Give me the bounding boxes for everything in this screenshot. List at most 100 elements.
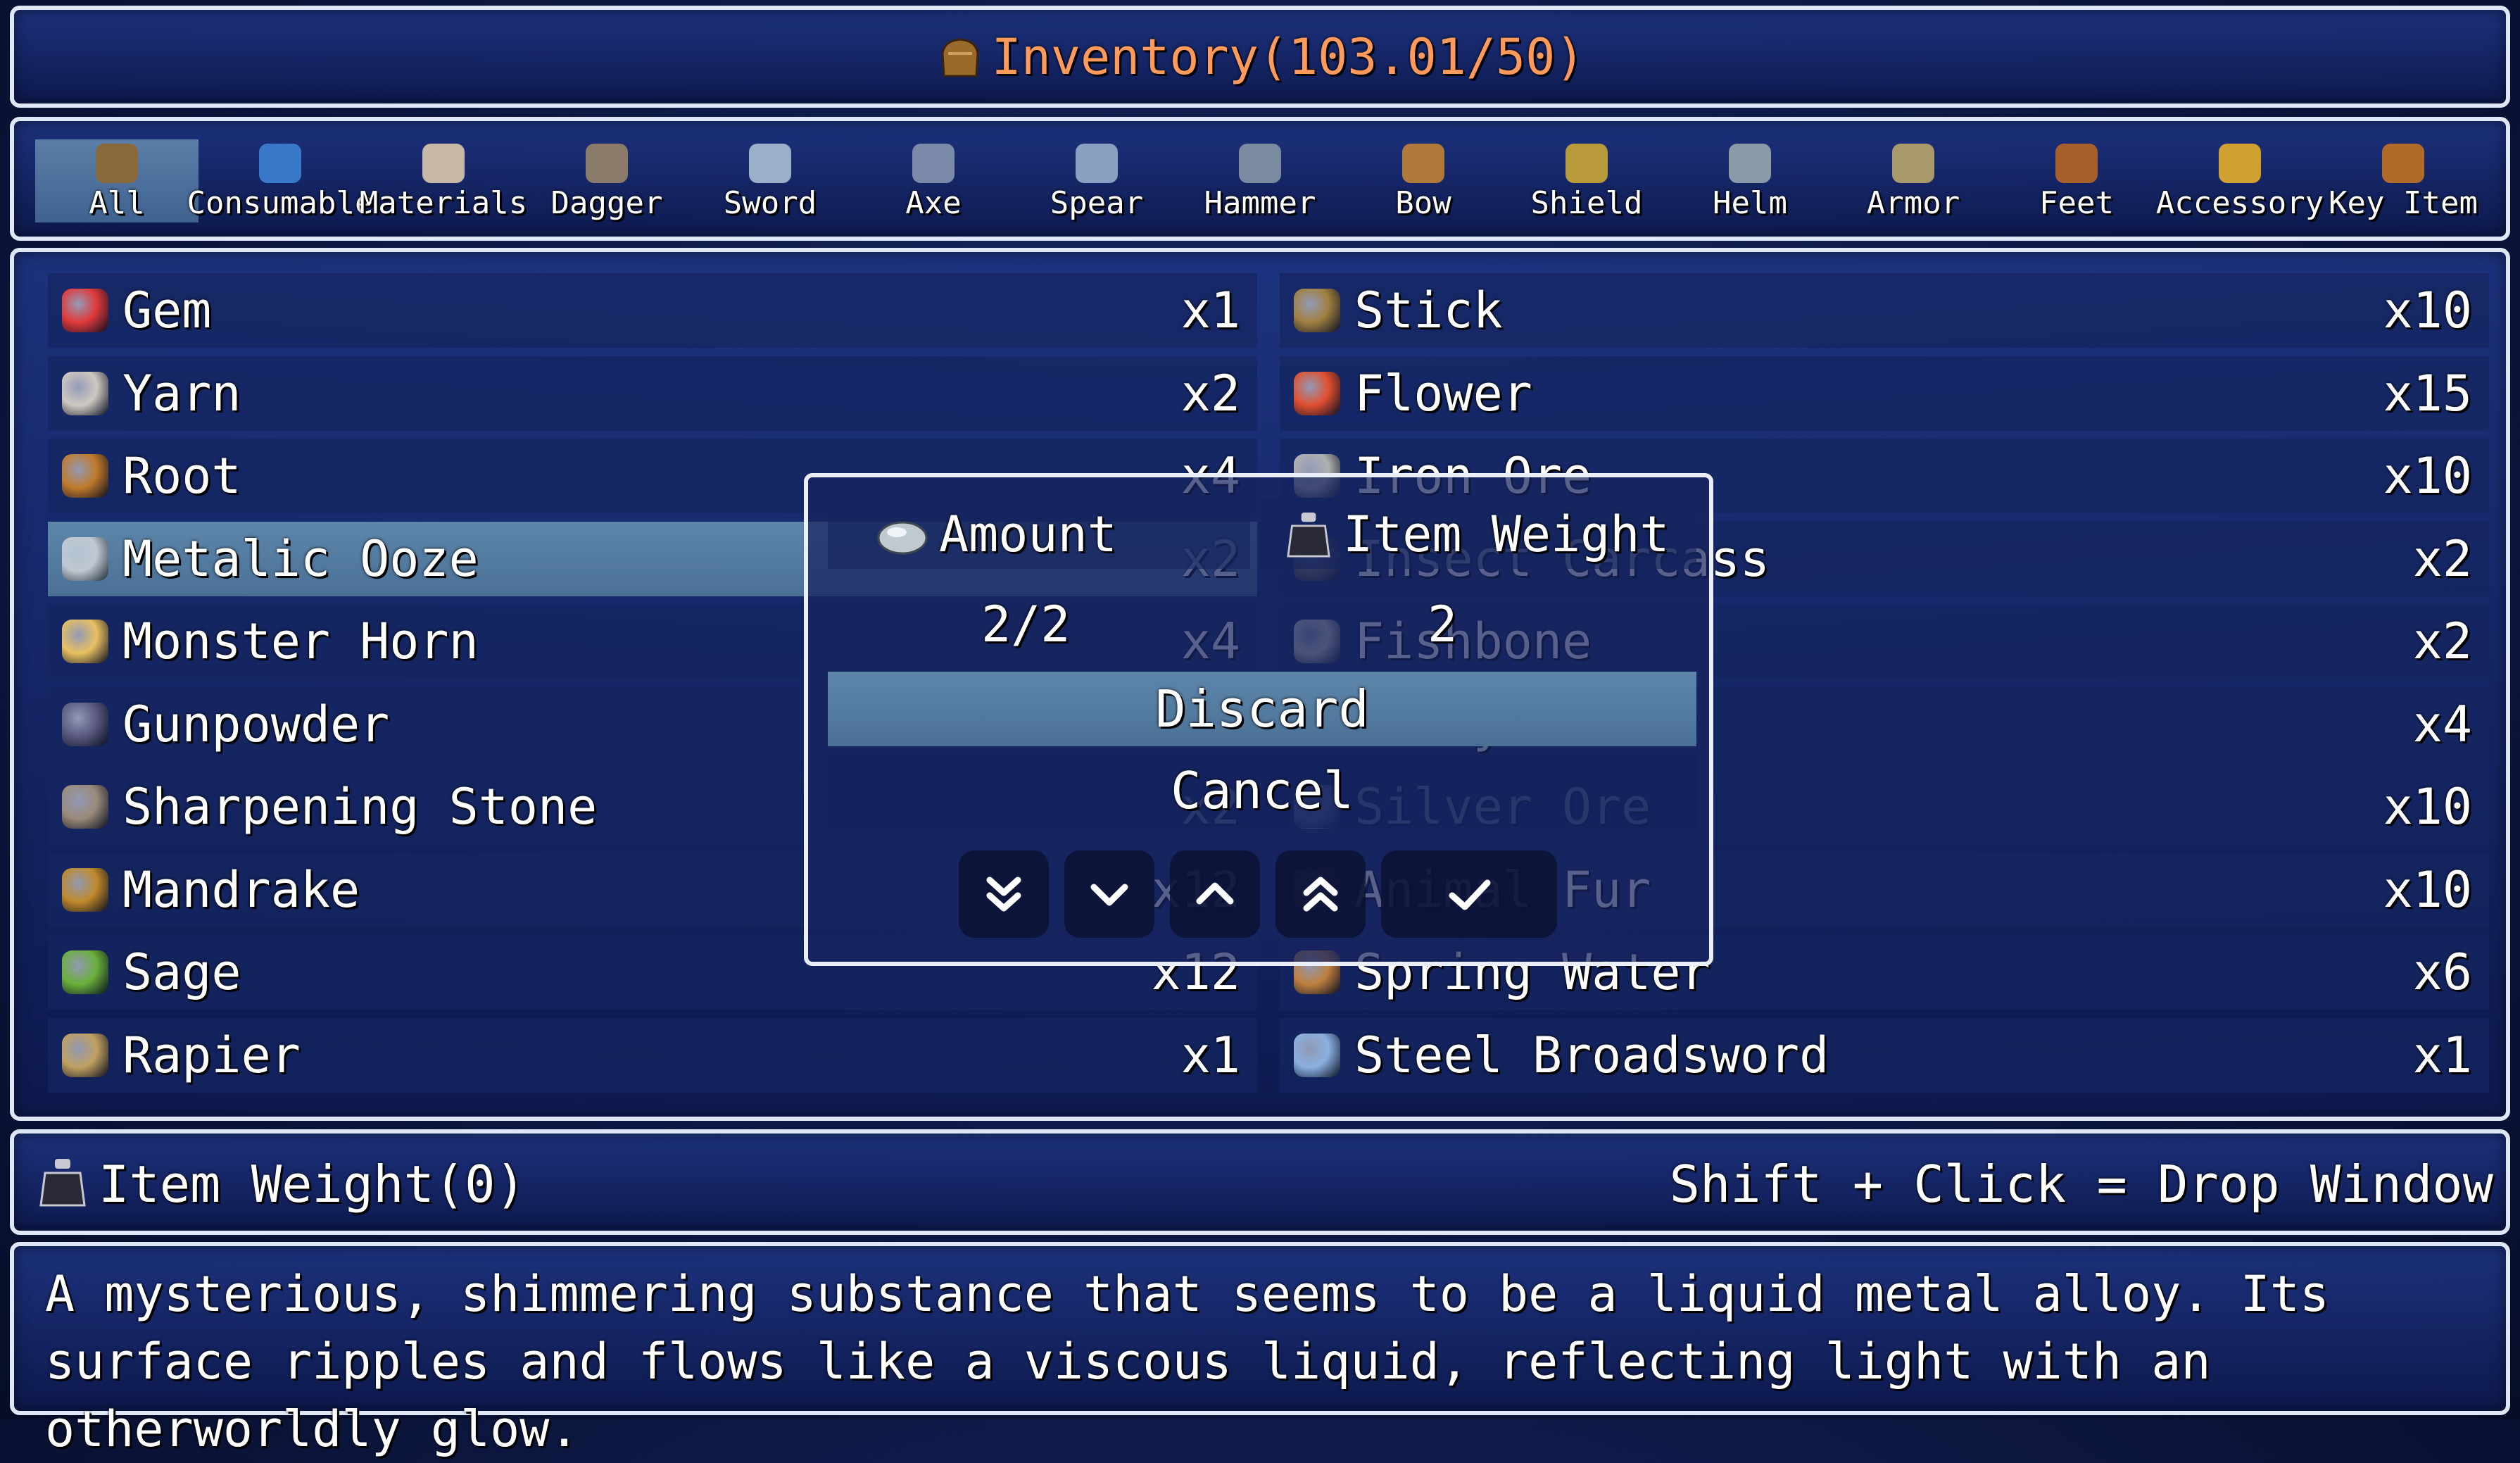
category-tabs-window: All Consumable Materials Dagger Sword Axe Spea… xyxy=(10,117,2510,241)
armor-icon xyxy=(1892,144,1934,183)
status-bar: Item Weight(0) Shift + Click = Drop Wind… xyxy=(10,1129,2510,1235)
check-icon[interactable] xyxy=(1381,850,1557,938)
item-name: Gunpowder xyxy=(122,695,390,753)
item-name: Metalic Ooze xyxy=(122,529,479,588)
tab-feet[interactable]: Feet xyxy=(1995,139,2158,222)
cancel-button[interactable]: Cancel xyxy=(828,753,1696,828)
flower-icon xyxy=(1294,371,1340,415)
item-name: Steel Broadsword xyxy=(1354,1026,1829,1084)
stick-icon xyxy=(1294,289,1340,332)
item-name: Mandrake xyxy=(122,860,360,919)
tab-consumable[interactable]: Consumable xyxy=(187,139,373,222)
stone-icon xyxy=(62,785,108,829)
item-row[interactable]: Yarn x2 xyxy=(48,356,1257,431)
tab-key-item[interactable]: Key Item xyxy=(2321,139,2485,222)
bag-icon xyxy=(935,32,985,82)
tab-materials[interactable]: Materials xyxy=(360,139,527,222)
gem-icon xyxy=(62,289,108,332)
tab-axe[interactable]: Axe xyxy=(852,139,1015,222)
item-quantity: x10 xyxy=(2383,447,2472,505)
inventory-title: Inventory(103.01/50) xyxy=(991,27,1585,86)
root-icon xyxy=(62,454,108,498)
item-name: Gem xyxy=(122,282,212,339)
title-window: Inventory(103.01/50) xyxy=(10,6,2510,108)
item-description: A mysterious, shimmering substance that … xyxy=(45,1265,2330,1458)
category-tabs: All Consumable Materials Dagger Sword Axe Spea… xyxy=(35,139,2485,222)
dagger-icon xyxy=(586,144,628,183)
item-quantity: x10 xyxy=(2383,282,2472,339)
item-row[interactable]: Rapier x1 xyxy=(48,1017,1257,1093)
item-name: Stick xyxy=(1354,282,1503,339)
down-icon[interactable] xyxy=(1064,850,1154,938)
item-name: Root xyxy=(122,447,241,505)
item-quantity: x1 xyxy=(1180,1026,1240,1084)
item-quantity: x2 xyxy=(2412,529,2472,588)
broadsword-icon xyxy=(1294,1033,1340,1077)
item-row[interactable]: Flower x15 xyxy=(1280,356,2489,431)
item-row[interactable]: Gem x1 xyxy=(48,273,1257,348)
item-weight-label: Item Weight(0) xyxy=(99,1155,526,1214)
yarn-icon xyxy=(62,371,108,415)
item-row[interactable]: Stick x10 xyxy=(1280,273,2489,348)
axe-icon xyxy=(912,144,955,183)
shield-icon xyxy=(1565,144,1608,183)
item-name: Rapier xyxy=(122,1026,301,1084)
book-icon xyxy=(2382,144,2424,183)
tab-sword[interactable]: Sword xyxy=(688,139,852,222)
double-up-icon[interactable] xyxy=(1275,850,1366,938)
item-quantity: x1 xyxy=(1180,282,1240,339)
up-icon[interactable] xyxy=(1170,850,1260,938)
ooze-icon xyxy=(876,514,929,559)
tab-bow[interactable]: Bow xyxy=(1342,139,1505,222)
mandrake-icon xyxy=(62,867,108,912)
item-quantity: x4 xyxy=(2412,695,2472,753)
item-quantity: x2 xyxy=(2412,613,2472,670)
horn-icon xyxy=(62,620,108,663)
item-name: Yarn xyxy=(122,364,241,422)
tab-helm[interactable]: Helm xyxy=(1668,139,1832,222)
discard-button[interactable]: Discard xyxy=(828,672,1696,746)
hammer-icon xyxy=(1239,144,1281,183)
bag-icon xyxy=(96,144,138,183)
tab-armor[interactable]: Armor xyxy=(1832,139,1995,222)
weight-icon xyxy=(39,1157,86,1208)
amount-value: 2/2 xyxy=(981,596,1071,653)
item-quantity: x15 xyxy=(2383,364,2472,422)
sage-icon xyxy=(62,950,108,994)
item-row[interactable]: Steel Broadsword x1 xyxy=(1280,1017,2489,1093)
item-name: Monster Horn xyxy=(122,613,479,670)
tab-shield[interactable]: Shield xyxy=(1505,139,1668,222)
description-window: A mysterious, shimmering substance that … xyxy=(10,1242,2510,1458)
item-quantity: x1 xyxy=(2412,1026,2472,1084)
item-quantity: x6 xyxy=(2412,943,2472,1001)
item-quantity: x2 xyxy=(1180,364,1240,422)
bow-icon xyxy=(1402,144,1444,183)
spear-icon xyxy=(1076,144,1118,183)
weight-value: 2 xyxy=(1428,596,1458,653)
tab-accessory[interactable]: Accessory xyxy=(2156,139,2324,222)
ring-icon xyxy=(2219,144,2261,183)
tab-label: Key Item xyxy=(2329,185,2478,221)
ooze-icon xyxy=(62,536,108,581)
rapier-icon xyxy=(62,1033,108,1077)
discard-popup: Amount Item Weight 2/2 2 Discard Cancel xyxy=(804,473,1713,966)
weight-icon xyxy=(1287,511,1330,562)
parchment-icon xyxy=(422,144,465,183)
item-quantity: x10 xyxy=(2383,778,2472,836)
double-down-icon[interactable] xyxy=(959,850,1049,938)
item-name: Flower xyxy=(1354,364,1532,422)
potion-icon xyxy=(259,144,301,183)
item-weight-header-label: Item Weight xyxy=(1343,506,1670,563)
sword-icon xyxy=(749,144,791,183)
item-name: Sage xyxy=(122,943,241,1001)
amount-label: Amount xyxy=(939,506,1117,563)
tab-hammer[interactable]: Hammer xyxy=(1178,139,1342,222)
item-quantity: x10 xyxy=(2383,860,2472,919)
gunpowder-icon xyxy=(62,702,108,746)
tab-dagger[interactable]: Dagger xyxy=(525,139,688,222)
item-name: Sharpening Stone xyxy=(122,778,598,836)
boots-icon xyxy=(2055,144,2098,183)
tab-spear[interactable]: Spear xyxy=(1015,139,1178,222)
drop-window-hint: Shift + Click = Drop Window xyxy=(1669,1155,2493,1214)
tab-all[interactable]: All xyxy=(35,139,199,222)
